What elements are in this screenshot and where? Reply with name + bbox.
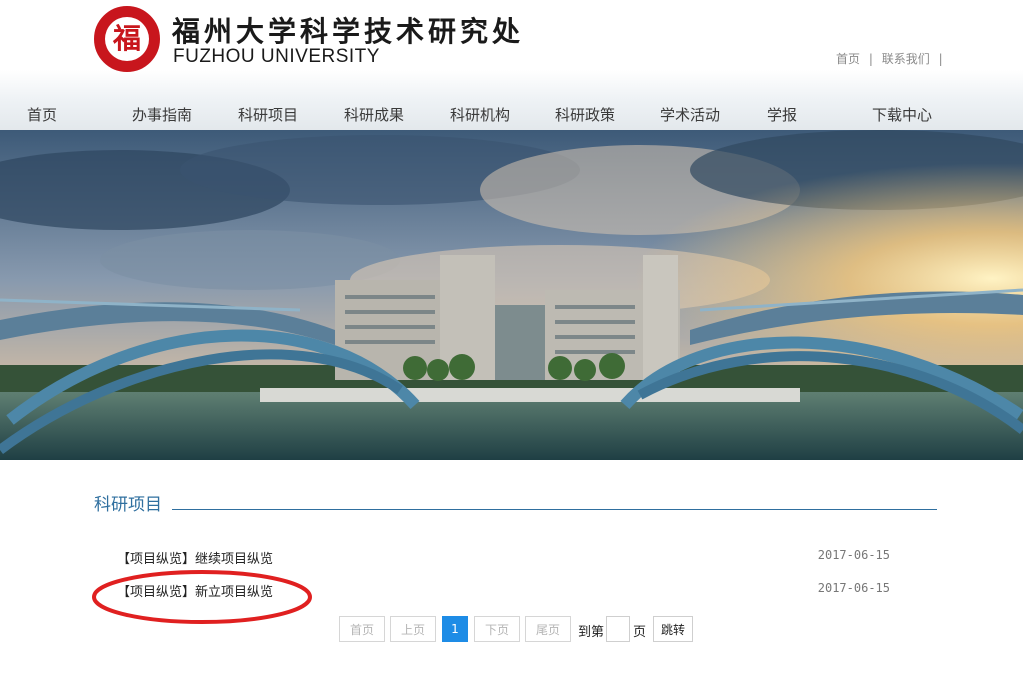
nav-item-projects[interactable]: 科研项目 bbox=[238, 104, 298, 125]
nav-item-downloads[interactable]: 下载中心 bbox=[872, 104, 932, 125]
nav-item-home[interactable]: 首页 bbox=[27, 104, 57, 125]
list-item-link[interactable]: 【项目纵览】继续项目纵览 bbox=[117, 548, 273, 567]
goto-suffix-label: 页 bbox=[633, 625, 647, 640]
nav-item-guide[interactable]: 办事指南 bbox=[132, 104, 192, 125]
page-last-button[interactable]: 尾页 bbox=[525, 616, 571, 642]
section-title: 科研项目 bbox=[94, 495, 162, 515]
site-header: 福 福州大学科学技术研究处 FUZHOU UNIVERSITY 首页 | 联系我… bbox=[0, 0, 1023, 130]
nav-item-activities[interactable]: 学术活动 bbox=[660, 104, 720, 125]
university-seal-logo[interactable]: 福 bbox=[94, 6, 160, 72]
annotation-red-ellipse bbox=[92, 570, 312, 624]
main-nav: 首页 办事指南 科研项目 科研成果 科研机构 科研政策 学术活动 学报 下载中心 bbox=[0, 104, 1023, 130]
banner-image bbox=[0, 130, 1023, 460]
site-title-en: FUZHOU UNIVERSITY bbox=[173, 46, 380, 67]
nav-item-journal[interactable]: 学报 bbox=[767, 104, 797, 125]
goto-page-input[interactable] bbox=[606, 616, 630, 642]
list-item-date: 2017-06-15 bbox=[817, 581, 890, 595]
page-prev-button[interactable]: 上页 bbox=[390, 616, 436, 642]
top-link-home[interactable]: 首页 bbox=[836, 52, 860, 66]
nav-item-achievements[interactable]: 科研成果 bbox=[344, 104, 404, 125]
section-divider bbox=[172, 509, 937, 510]
list-item: 【项目纵览】继续项目纵览 2017-06-15 bbox=[117, 548, 892, 568]
nav-item-institutes[interactable]: 科研机构 bbox=[450, 104, 510, 125]
top-link-separator: | bbox=[868, 52, 873, 66]
seal-glyph: 福 bbox=[112, 22, 141, 55]
list-item-date: 2017-06-15 bbox=[817, 548, 890, 562]
site-title-cn: 福州大学科学技术研究处 bbox=[172, 15, 525, 48]
page-first-button[interactable]: 首页 bbox=[339, 616, 385, 642]
top-links: 首页 | 联系我们 | bbox=[836, 50, 948, 67]
nav-item-policies[interactable]: 科研政策 bbox=[555, 104, 615, 125]
page-number-current[interactable]: 1 bbox=[442, 616, 468, 642]
goto-prefix-label: 到第 bbox=[578, 625, 605, 640]
top-link-separator: | bbox=[938, 52, 943, 66]
goto-page-button[interactable]: 跳转 bbox=[653, 616, 693, 642]
page-next-button[interactable]: 下页 bbox=[474, 616, 520, 642]
top-link-contact[interactable]: 联系我们 bbox=[882, 52, 930, 66]
